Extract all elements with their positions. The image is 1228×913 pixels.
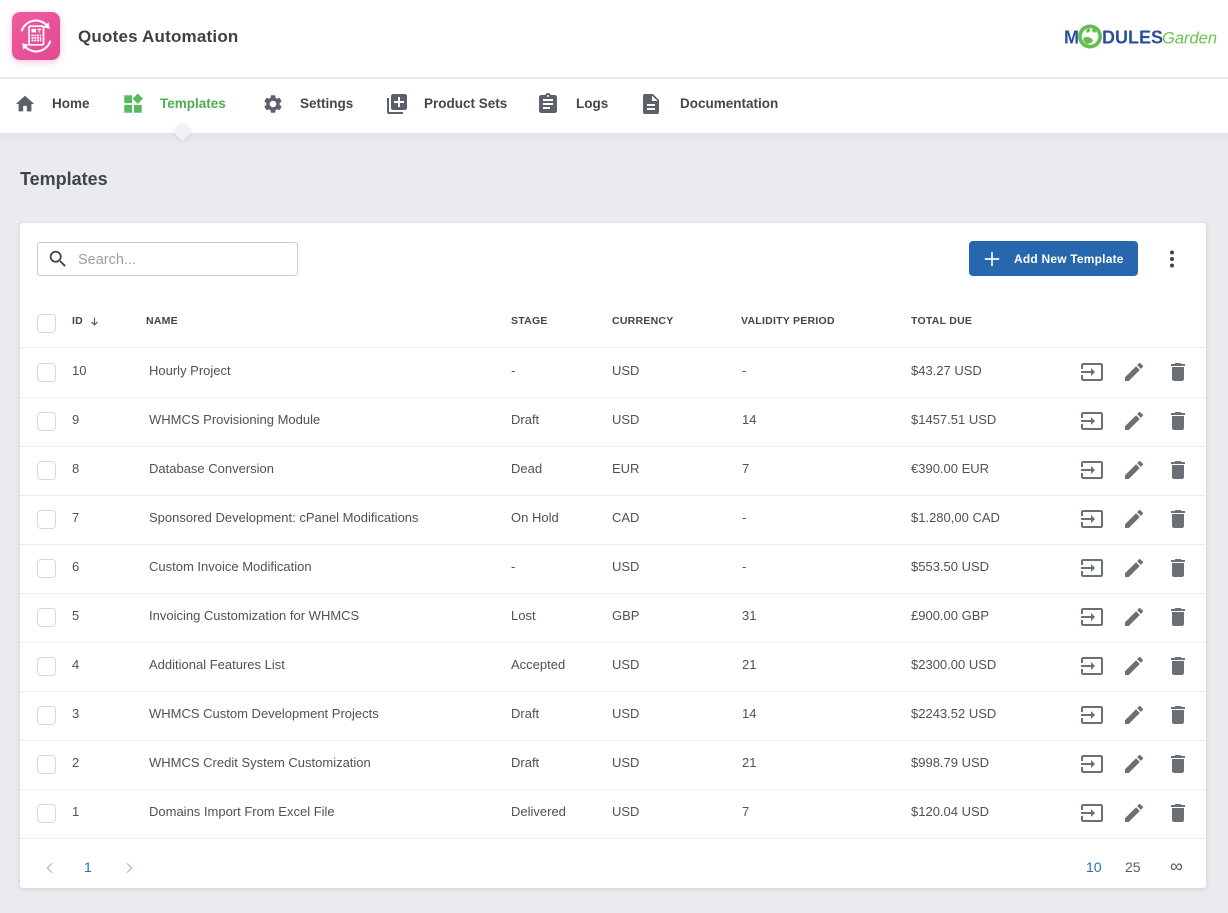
svg-text:DULES: DULES [1102, 27, 1163, 47]
svg-text:Garden: Garden [1162, 29, 1217, 47]
svg-text:M: M [1064, 27, 1079, 47]
